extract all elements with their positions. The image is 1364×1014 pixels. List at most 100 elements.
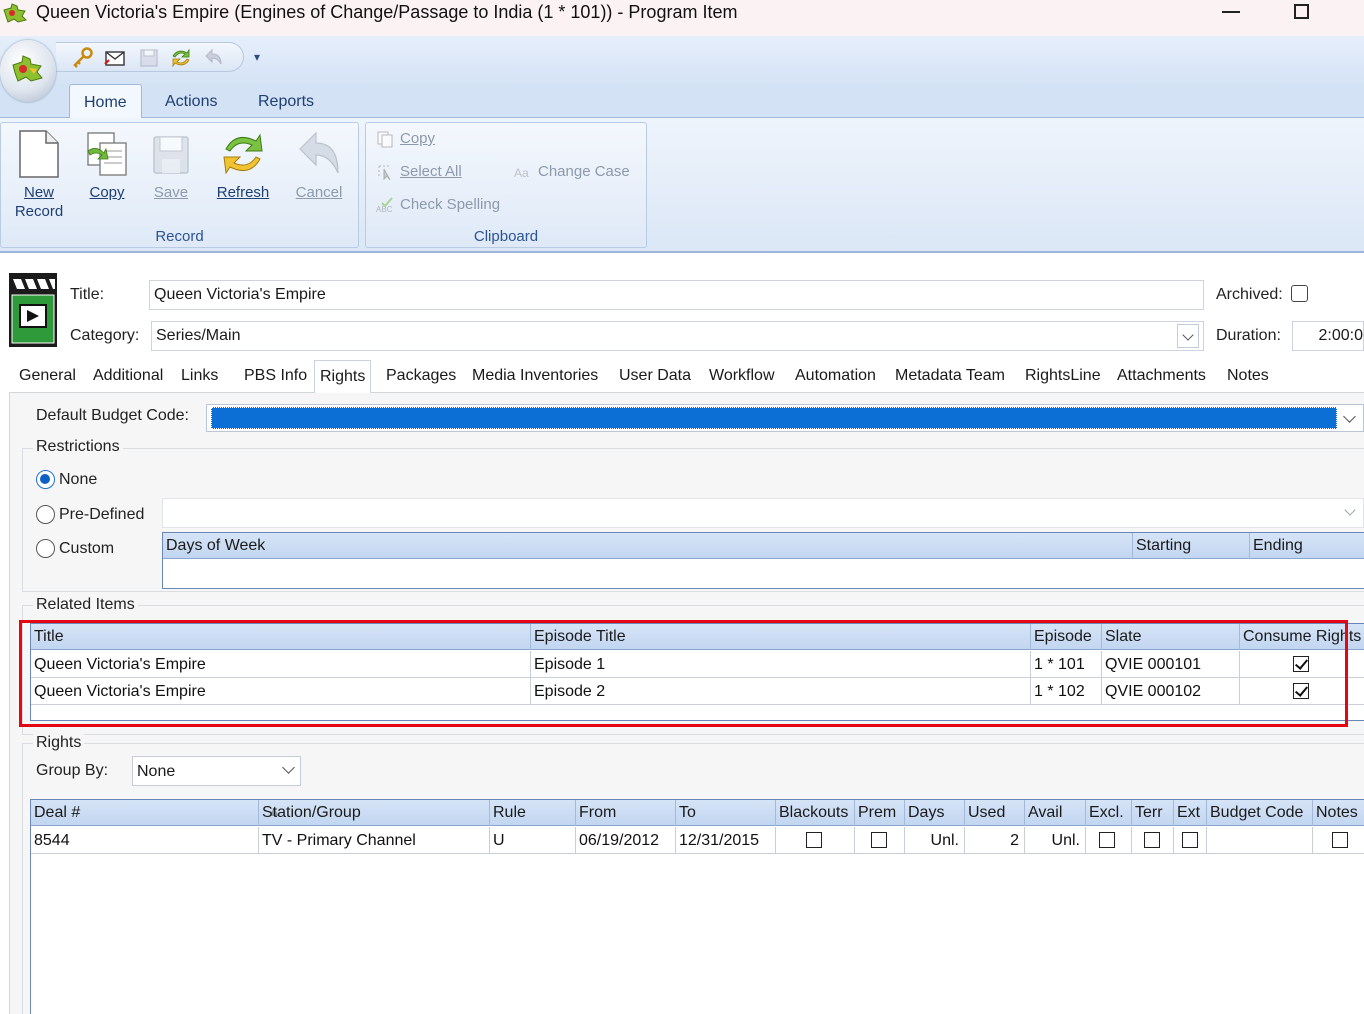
group-by-dropdown[interactable]: None	[132, 756, 301, 786]
col-deal[interactable]: Deal #	[31, 800, 259, 826]
tab-additional[interactable]: Additional	[88, 360, 168, 392]
row-days: Unl.	[905, 827, 965, 854]
new-record-button[interactable]: New Record	[6, 129, 72, 221]
save-disk-icon	[153, 136, 189, 174]
tab-attachments[interactable]: Attachments	[1112, 360, 1211, 392]
application-menu-button[interactable]	[0, 40, 56, 102]
budget-dropdown-arrow-icon[interactable]	[1337, 405, 1363, 431]
copy-icon	[377, 131, 393, 148]
restriction-none-label: None	[59, 471, 98, 488]
col-episode[interactable]: Episode	[1031, 624, 1102, 650]
col-notes[interactable]: Notes	[1313, 800, 1364, 826]
maximize-button[interactable]	[1294, 4, 1309, 19]
clipboard-copy-label: Copy	[400, 130, 436, 147]
predefined-restriction-dropdown[interactable]	[162, 498, 1364, 528]
col-slate[interactable]: Slate	[1102, 624, 1240, 650]
title-field[interactable]: Queen Victoria's Empire	[149, 280, 1204, 310]
col-ending[interactable]: Ending	[1250, 533, 1364, 559]
copy-record-button[interactable]: Copy	[74, 129, 140, 202]
col-budget-code[interactable]: Budget Code	[1207, 800, 1313, 826]
ribbon-tab-actions[interactable]: Actions	[151, 84, 231, 118]
col-episode-title[interactable]: Episode Title	[531, 624, 1031, 650]
col-title[interactable]: Title	[31, 624, 531, 650]
tab-links[interactable]: Links	[176, 360, 223, 392]
group-by-arrow-icon[interactable]	[282, 763, 296, 777]
table-row[interactable]: 8544 TV - Primary Channel U 06/19/2012 1…	[31, 827, 1364, 854]
rights-grid[interactable]: Deal # Station/Group Rule From To Blacko…	[30, 799, 1364, 1014]
excl-checkbox[interactable]	[1099, 832, 1115, 848]
related-items-grid[interactable]: Title Episode Title Episode Slate Consum…	[30, 623, 1364, 721]
tab-packages[interactable]: Packages	[381, 360, 461, 392]
check-spelling-button[interactable]: ABC Check Spelling	[376, 196, 500, 214]
col-days-of-week[interactable]: Days of Week	[163, 533, 1133, 559]
refresh-icon[interactable]	[170, 47, 192, 69]
ribbon-tab-reports[interactable]: Reports	[244, 84, 328, 118]
ext-checkbox[interactable]	[1182, 832, 1198, 848]
duration-label: Duration:	[1216, 327, 1281, 344]
qat-customize-dropdown-icon[interactable]: ▾	[254, 50, 260, 64]
tab-user-data[interactable]: User Data	[614, 360, 696, 392]
custom-restrictions-header: Days of Week Starting Ending	[163, 533, 1364, 559]
ribbon-tab-home[interactable]: Home	[69, 84, 142, 118]
tab-notes[interactable]: Notes	[1222, 360, 1274, 392]
restriction-custom-radio[interactable]	[36, 539, 55, 558]
row-deal: 8544	[31, 827, 259, 854]
col-blackouts[interactable]: Blackouts	[776, 800, 855, 826]
restrictions-title: Restrictions	[33, 438, 123, 456]
col-from[interactable]: From	[576, 800, 676, 826]
table-row[interactable]: Queen Victoria's Empire Episode 1 1 * 10…	[31, 651, 1364, 678]
col-avail[interactable]: Avail	[1025, 800, 1086, 826]
copy-documents-icon	[87, 132, 127, 176]
key-icon[interactable]	[72, 47, 94, 69]
blackouts-checkbox[interactable]	[806, 832, 822, 848]
clipboard-copy-button[interactable]: Copy	[376, 130, 435, 148]
restriction-none-radio[interactable]	[36, 470, 55, 489]
col-used[interactable]: Used	[965, 800, 1025, 826]
category-dropdown[interactable]: Series/Main	[151, 321, 1204, 351]
minimize-button[interactable]	[1222, 11, 1240, 13]
col-rule[interactable]: Rule	[490, 800, 576, 826]
col-consume-rights[interactable]: Consume Rights	[1240, 624, 1364, 650]
puzzle-app-icon	[3, 3, 27, 23]
row-title: Queen Victoria's Empire	[31, 651, 531, 678]
col-excl[interactable]: Excl.	[1086, 800, 1132, 826]
save-record-button[interactable]: Save	[138, 129, 204, 202]
undo-icon[interactable]	[202, 47, 224, 69]
col-ext[interactable]: Ext	[1174, 800, 1207, 826]
save-icon[interactable]	[138, 47, 160, 69]
tab-rights[interactable]: Rights	[314, 360, 372, 393]
restriction-predefined-radio[interactable]	[36, 505, 55, 524]
col-to[interactable]: To	[676, 800, 776, 826]
duration-field[interactable]: 2:00:0	[1292, 321, 1364, 351]
window-title: Queen Victoria's Empire (Engines of Chan…	[36, 2, 738, 22]
tab-general[interactable]: General	[14, 360, 81, 392]
notes-checkbox[interactable]	[1332, 832, 1348, 848]
cancel-record-button[interactable]: Cancel	[286, 129, 352, 202]
consume-rights-checkbox[interactable]	[1293, 683, 1309, 699]
tab-automation[interactable]: Automation	[790, 360, 881, 392]
custom-restrictions-grid[interactable]: Days of Week Starting Ending	[162, 532, 1364, 589]
email-icon[interactable]	[104, 47, 126, 69]
change-case-button[interactable]: Aa Change Case	[514, 163, 630, 181]
tab-rightsline[interactable]: RightsLine	[1020, 360, 1106, 392]
table-row[interactable]: Queen Victoria's Empire Episode 2 1 * 10…	[31, 678, 1364, 705]
col-terr[interactable]: Terr	[1132, 800, 1174, 826]
archived-checkbox[interactable]	[1291, 285, 1308, 302]
refresh-record-button[interactable]: Refresh	[210, 129, 276, 202]
col-starting[interactable]: Starting	[1133, 533, 1250, 559]
svg-text:Aa: Aa	[514, 166, 529, 180]
prem-checkbox[interactable]	[871, 832, 887, 848]
col-days[interactable]: Days	[905, 800, 965, 826]
predefined-dropdown-arrow-icon[interactable]	[1339, 501, 1363, 525]
select-all-button[interactable]: Select All	[376, 163, 462, 181]
tab-metadata-team[interactable]: Metadata Team	[890, 360, 1010, 392]
consume-rights-checkbox[interactable]	[1293, 656, 1309, 672]
category-dropdown-arrow-icon[interactable]	[1177, 324, 1199, 348]
col-station-group[interactable]: Station/Group	[259, 800, 490, 826]
tab-workflow[interactable]: Workflow	[704, 360, 780, 392]
terr-checkbox[interactable]	[1144, 832, 1160, 848]
col-prem[interactable]: Prem	[855, 800, 905, 826]
default-budget-dropdown[interactable]	[206, 404, 1364, 432]
tab-pbs-info[interactable]: PBS Info	[239, 360, 312, 392]
tab-media-inventories[interactable]: Media Inventories	[467, 360, 603, 392]
